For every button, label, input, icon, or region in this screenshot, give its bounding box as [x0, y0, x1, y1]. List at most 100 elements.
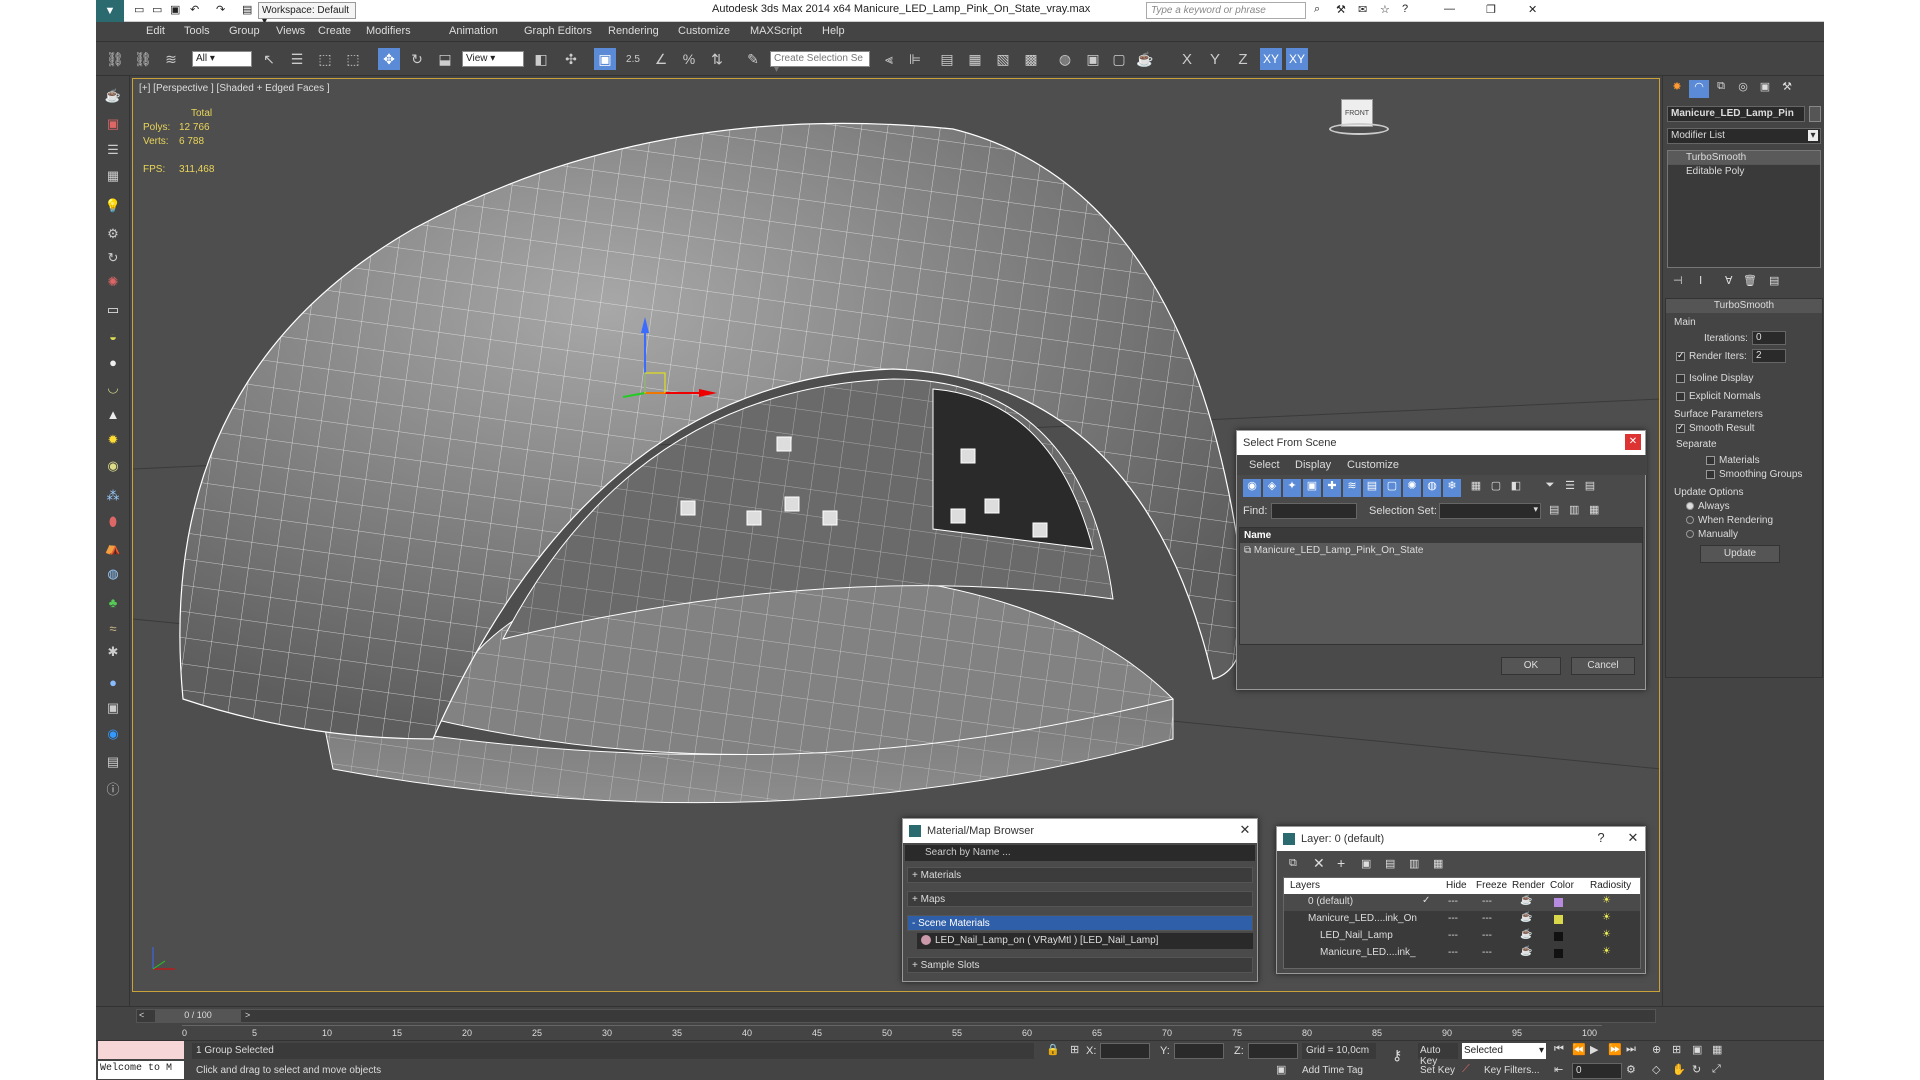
render-teapot-icon[interactable]: ☕ — [1520, 912, 1532, 923]
ok-button[interactable]: OK — [1501, 657, 1561, 675]
dome-icon[interactable]: ◒ — [103, 326, 123, 346]
spinner-snap-icon[interactable]: ⇅ — [706, 48, 728, 70]
lightbulb-icon[interactable]: 💡 — [103, 196, 123, 216]
time-slider-next-icon[interactable]: > — [245, 1010, 250, 1020]
menu-views[interactable]: Views — [276, 25, 305, 37]
material-editor-icon[interactable]: ◍ — [1054, 48, 1076, 70]
render-iters-spinner[interactable]: 2 — [1752, 349, 1786, 363]
highlight-layer-icon[interactable]: ▤ — [1385, 857, 1395, 870]
save-file-icon[interactable]: ▣ — [170, 3, 180, 16]
film-icon[interactable]: ⚙ — [103, 224, 123, 244]
set-key-button[interactable]: Set Key — [1418, 1063, 1458, 1079]
axis-x-button[interactable]: X — [1176, 48, 1198, 70]
open-file-icon[interactable]: ▭ — [152, 3, 162, 16]
hide-all-layers-icon[interactable]: ▥ — [1409, 857, 1419, 870]
render-icon[interactable]: ✺ — [103, 272, 123, 292]
time-slider-thumb[interactable]: 0 / 100 — [155, 1010, 241, 1022]
col-radiosity[interactable]: Radiosity — [1590, 880, 1631, 891]
search-input[interactable]: Type a keyword or phrase — [1146, 2, 1306, 19]
menu-maxscript[interactable]: MAXScript — [750, 25, 802, 37]
select-menu-customize[interactable]: Customize — [1347, 459, 1399, 471]
keyboard-shortcut-icon[interactable]: ▣ — [594, 48, 616, 70]
render-teapot-icon[interactable]: ☕ — [1520, 946, 1532, 957]
key-mode-dropdown[interactable]: Selected ▾ — [1462, 1043, 1546, 1059]
layers-icon[interactable]: ▤ — [103, 752, 123, 772]
freeze-dots[interactable]: --- — [1482, 913, 1492, 924]
teapot-icon[interactable]: ☕ — [103, 86, 123, 106]
angle-snap-icon[interactable]: ∠ — [650, 48, 672, 70]
grid-icon[interactable]: ▦ — [103, 166, 123, 186]
viewcube-compass[interactable] — [1329, 123, 1389, 135]
field-of-view-icon[interactable]: ◇ — [1652, 1063, 1660, 1076]
filter-xrefs-icon[interactable]: ▢ — [1383, 479, 1401, 497]
maps-group[interactable]: + Maps — [907, 891, 1253, 907]
select-none-icon[interactable]: ▢ — [1487, 479, 1505, 497]
radiosity-icon[interactable]: ☀ — [1602, 929, 1611, 940]
go-to-start-icon[interactable]: ⏮ — [1554, 1043, 1564, 1056]
mirror-icon[interactable]: ⫷ — [878, 48, 900, 70]
layer-row[interactable]: Manicure_LED....ink_On --- --- ☕ ☀ — [1284, 911, 1640, 928]
render-teapot-icon[interactable]: ☕ — [1520, 929, 1532, 940]
cone-icon[interactable]: ▲ — [103, 404, 123, 424]
render-iters-checkbox[interactable] — [1676, 350, 1685, 361]
maxscript-input[interactable]: Welcome to M — [98, 1061, 184, 1079]
workspace-dropdown[interactable]: Workspace: Default ▾ — [258, 2, 356, 27]
plane-icon[interactable]: ▭ — [103, 300, 123, 320]
layer-color-swatch[interactable] — [1554, 932, 1563, 941]
radiosity-icon[interactable]: ☀ — [1602, 946, 1611, 957]
axis-xy-cycle-button[interactable]: XY — [1286, 48, 1308, 70]
pivot-center-icon[interactable]: ◧ — [530, 48, 552, 70]
edit-set-icon[interactable]: ▥ — [1569, 503, 1579, 516]
selection-filter-dropdown[interactable]: All ▾ — [192, 51, 252, 67]
play-icon[interactable]: ▶ — [1590, 1043, 1598, 1056]
filter-spacewarps-icon[interactable]: ≋ — [1343, 479, 1361, 497]
modifier-list-dropdown[interactable]: Modifier List ▾ — [1667, 128, 1821, 144]
col-render[interactable]: Render — [1512, 880, 1545, 891]
hf-icon[interactable]: ✱ — [103, 642, 123, 662]
info-icon[interactable]: ⓘ — [103, 778, 123, 798]
scene-explorer-icon[interactable]: ▦ — [964, 48, 986, 70]
menu-modifiers[interactable]: Modifiers — [366, 25, 411, 37]
redo-icon[interactable]: ↷ — [216, 3, 225, 16]
maximize-viewport-icon[interactable]: ⤢ — [1712, 1063, 1721, 1076]
select-link-icon[interactable]: ⛓ — [104, 48, 126, 70]
viewcube[interactable]: FRONT — [1329, 99, 1389, 143]
snaps-toggle-icon[interactable]: 2.5 — [622, 48, 644, 70]
hide-dots[interactable]: --- — [1448, 896, 1458, 907]
time-slider[interactable]: < 0 / 100 > — [136, 1009, 1656, 1023]
filter-containers-icon[interactable]: ◍ — [1423, 479, 1441, 497]
absolute-mode-icon[interactable]: ⊞ — [1070, 1043, 1079, 1056]
set-key-icon[interactable]: ⟋ — [1462, 1063, 1470, 1076]
key-icon[interactable]: ⚷ — [1392, 1047, 1402, 1064]
select-menu-display[interactable]: Display — [1295, 459, 1331, 471]
add-time-tag[interactable]: Add Time Tag — [1302, 1065, 1363, 1076]
filter-shapes-icon[interactable]: ◈ — [1263, 479, 1281, 497]
display-tab-icon[interactable]: ▣ — [1755, 80, 1775, 98]
layer-row[interactable]: Manicure_LED....ink_ --- --- ☕ ☀ — [1284, 945, 1640, 962]
name-column-header[interactable]: Name — [1240, 528, 1642, 543]
find-input[interactable] — [1271, 503, 1357, 519]
menu-customize[interactable]: Customize — [678, 25, 730, 37]
go-to-end-icon[interactable]: ⏭ — [1626, 1043, 1636, 1056]
materials-group[interactable]: + Materials — [907, 867, 1253, 883]
layer-color-swatch[interactable] — [1554, 898, 1563, 907]
menu-tools[interactable]: Tools — [184, 25, 210, 37]
material-browser-close-icon[interactable]: ✕ — [1237, 822, 1253, 838]
col-layers[interactable]: Layers — [1290, 880, 1320, 891]
add-to-layer-icon[interactable]: + — [1337, 855, 1345, 871]
select-move-icon[interactable]: ✥ — [378, 48, 400, 70]
cancel-button[interactable]: Cancel — [1571, 657, 1635, 675]
axis-z-button[interactable]: Z — [1232, 48, 1254, 70]
filter-cameras-icon[interactable]: ▣ — [1303, 479, 1321, 497]
select-manipulate-icon[interactable]: ✣ — [560, 48, 582, 70]
stack-item-editable-poly[interactable]: Editable Poly — [1668, 164, 1820, 178]
edit-named-selection-icon[interactable]: ✎ — [742, 48, 764, 70]
col-color[interactable]: Color — [1550, 880, 1574, 891]
undo-icon[interactable]: ↶ — [190, 3, 199, 16]
reference-coordinate-dropdown[interactable]: View ▾ — [462, 51, 524, 67]
menu-rendering[interactable]: Rendering — [608, 25, 659, 37]
motion-tab-icon[interactable]: ◎ — [1733, 80, 1753, 98]
smooth-result-checkbox[interactable] — [1676, 422, 1685, 433]
menu-animation[interactable]: Animation — [449, 25, 498, 37]
select-by-name-icon[interactable]: ☰ — [286, 48, 308, 70]
